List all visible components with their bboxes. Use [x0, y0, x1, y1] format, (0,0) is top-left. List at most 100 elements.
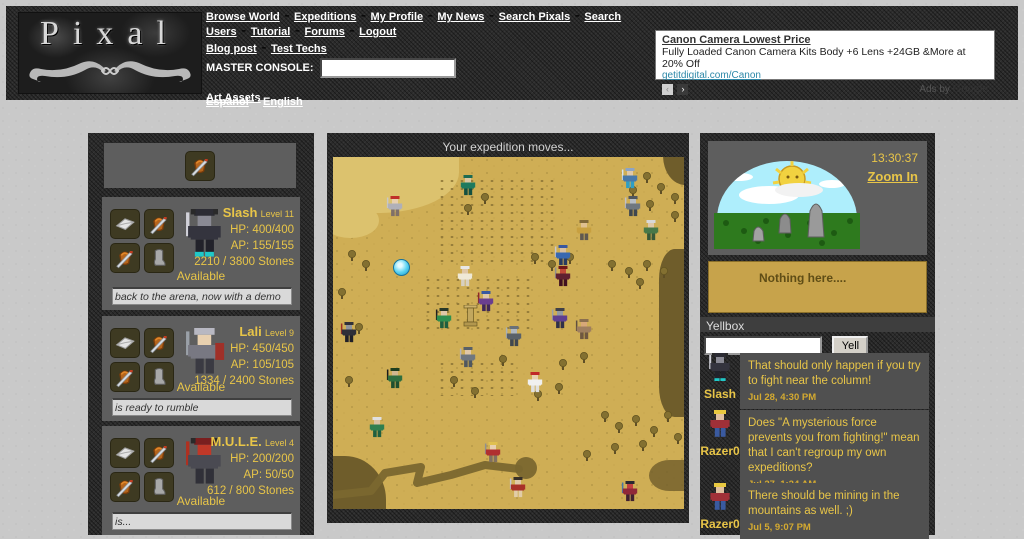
master-console-input[interactable] [320, 58, 456, 78]
ads-by-google-label: Ads by Google [919, 81, 988, 96]
map-character[interactable] [477, 291, 495, 317]
stone-column[interactable] [463, 305, 478, 328]
page: { "header": { "logo_text": "Pixal", "nav… [0, 0, 1024, 535]
member-stones: 2210 / 3800 Stones [176, 254, 294, 270]
logo-text: Pixal [19, 15, 201, 53]
member-ap: AP: 50/50 [176, 467, 294, 483]
message-text: That should only happen if you try to fi… [748, 359, 921, 389]
message-icon[interactable] [110, 438, 140, 468]
member-hp: HP: 400/400 [176, 222, 294, 238]
inventory-icon[interactable] [144, 209, 174, 239]
avatar-slash[interactable] [708, 368, 732, 385]
tree-icon [470, 386, 480, 398]
map-character[interactable] [340, 322, 358, 348]
ad-banner: Canon Camera Lowest Price Fully Loaded C… [655, 30, 995, 80]
nav-link-expeditions[interactable]: Expeditions [294, 11, 356, 23]
map-character[interactable] [509, 477, 527, 503]
tree-icon [498, 354, 508, 366]
tree-icon [670, 192, 680, 204]
map-character[interactable] [435, 308, 453, 334]
tree-icon [530, 252, 540, 264]
ad-url-link[interactable]: getitdigital.com/Canon [662, 70, 988, 81]
lang-link-english[interactable]: English [263, 96, 303, 108]
message-icon[interactable] [110, 209, 140, 239]
message-text: There should be mining in the mountains … [748, 489, 921, 519]
yell-message: Razer0 There should be mining in the mou… [700, 483, 935, 539]
inventory-icon[interactable] [144, 328, 174, 358]
member-stats: Slash Level 11 HP: 400/400 AP: 155/155 2… [176, 205, 294, 270]
party-member-card: Lali Level 9 HP: 450/450 AP: 105/105 133… [102, 316, 300, 421]
ad-body-text: Fully Loaded Canon Camera Kits Body +6 L… [662, 46, 988, 70]
site-logo: Pixal [18, 12, 202, 94]
tile-notice-box: Nothing here.... [708, 261, 927, 313]
main-nav-row1: Browse World - Expeditions - My Profile … [206, 9, 646, 39]
map-character[interactable] [621, 481, 639, 507]
map-character[interactable] [624, 196, 642, 222]
map-character[interactable] [551, 308, 569, 334]
nav-link-logout[interactable]: Logout [359, 26, 396, 38]
nav-link-tutorial[interactable]: Tutorial [251, 26, 291, 38]
nav-link-search-pixals[interactable]: Search Pixals [499, 11, 571, 23]
member-motto-input[interactable] [112, 398, 292, 416]
author-name[interactable]: Slash [700, 387, 740, 401]
tree-icon [582, 449, 592, 461]
main-nav-row2: Blog post - Test Techs [206, 41, 646, 56]
tree-icon [670, 210, 680, 222]
author-name[interactable]: Razer0 [700, 444, 740, 458]
member-action-icons [110, 209, 176, 273]
message-icon[interactable] [110, 328, 140, 358]
tree-icon [463, 203, 473, 215]
ice-orb[interactable] [393, 259, 410, 276]
nav-link-forums[interactable]: Forums [305, 26, 345, 38]
map-character[interactable] [642, 220, 660, 246]
map-character[interactable] [386, 196, 404, 222]
map-panel: Your expedition moves... [327, 133, 689, 523]
member-status: Available [102, 269, 300, 283]
map-character[interactable] [456, 266, 474, 292]
inventory-icon[interactable] [144, 438, 174, 468]
ad-title-link[interactable]: Canon Camera Lowest Price [662, 34, 988, 46]
ad-prev-arrow-icon[interactable]: ‹ [662, 84, 673, 95]
avatar-razer0[interactable] [708, 425, 732, 442]
tree-icon [361, 259, 371, 271]
party-member-card: Slash Level 11 HP: 400/400 AP: 155/155 2… [102, 197, 300, 310]
nav-link-test-techs[interactable]: Test Techs [271, 43, 327, 55]
map-character[interactable] [554, 266, 572, 292]
tree-icon [347, 249, 357, 261]
expedition-bag-sword-icon[interactable] [185, 151, 215, 181]
message-time: Jul 5, 9:07 PM [748, 522, 921, 533]
nav-link-blog-post[interactable]: Blog post [206, 43, 257, 55]
map-character[interactable] [459, 347, 477, 373]
author-name[interactable]: Razer0 [700, 517, 740, 531]
map-character[interactable] [484, 442, 502, 468]
lang-link-espa-ol[interactable]: Español [206, 96, 249, 108]
yellbox-header: Yellbox [700, 317, 935, 332]
nav-link-my-profile[interactable]: My Profile [371, 11, 424, 23]
tree-icon [645, 199, 655, 211]
avatar-razer0[interactable] [708, 498, 732, 515]
map-character[interactable] [459, 175, 477, 201]
map-character[interactable] [575, 220, 593, 246]
member-motto-input[interactable] [112, 287, 292, 305]
nav-link-my-news[interactable]: My News [437, 11, 484, 23]
tree-icon [579, 351, 589, 363]
header-bar: Pixal Browse World - Expeditions - My Pr… [6, 6, 1018, 100]
tree-icon [480, 192, 490, 204]
zoom-in-link[interactable]: Zoom In [867, 169, 918, 184]
tree-icon [449, 375, 459, 387]
map-character[interactable] [386, 368, 404, 394]
tree-icon [642, 171, 652, 183]
ad-next-arrow-icon[interactable]: › [677, 84, 688, 95]
tree-icon [638, 439, 648, 451]
nav-link-browse-world[interactable]: Browse World [206, 11, 280, 23]
message-card: There should be mining in the mountains … [740, 483, 929, 539]
tree-icon [649, 425, 659, 437]
map-character[interactable] [505, 326, 523, 352]
map-character[interactable] [575, 319, 593, 345]
world-map[interactable] [333, 157, 684, 509]
map-character[interactable] [526, 372, 544, 398]
map-character[interactable] [621, 168, 639, 194]
member-motto-input[interactable] [112, 512, 292, 530]
clock-panel: 13:30:37 Zoom In [708, 141, 927, 255]
map-character[interactable] [368, 417, 386, 443]
